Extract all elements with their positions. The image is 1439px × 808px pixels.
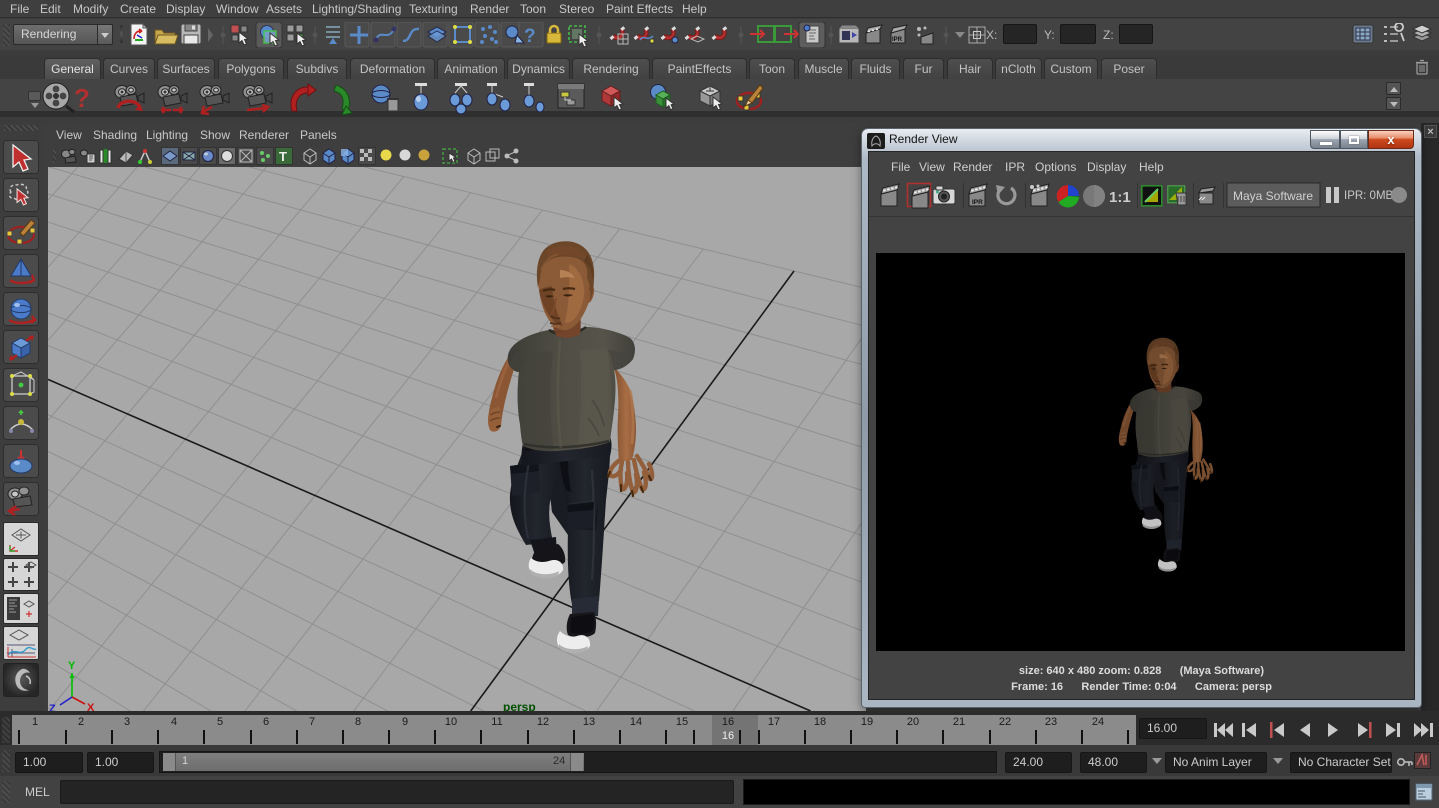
svg-text:T: T <box>279 149 287 164</box>
svg-text:persp: persp <box>503 700 536 711</box>
svg-text:Maya Software: Maya Software <box>1233 189 1313 203</box>
svg-text:?: ? <box>74 83 90 113</box>
svg-text:IPR: IPR <box>972 199 983 206</box>
svg-text:?: ? <box>524 26 536 47</box>
svg-text:Z: Z <box>49 703 56 711</box>
svg-text:X: X <box>87 702 95 711</box>
svg-text:IPR: 0MB: IPR: 0MB <box>1344 190 1394 202</box>
svg-text:Y: Y <box>68 660 76 672</box>
svg-text:1:1: 1:1 <box>1109 189 1131 206</box>
svg-text:IPR: IPR <box>892 37 903 43</box>
